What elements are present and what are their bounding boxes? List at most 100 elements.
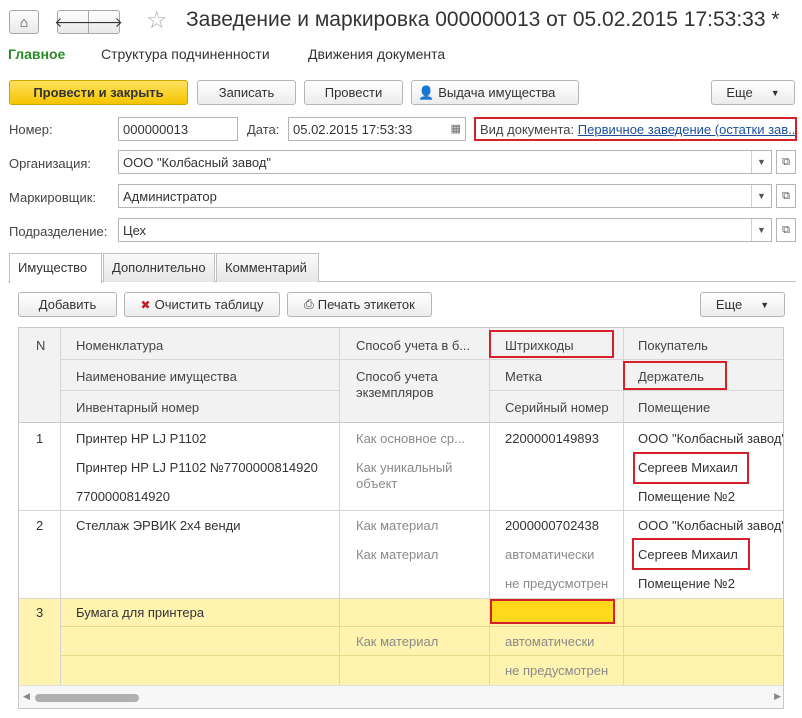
- dept-label: Подразделение:: [9, 224, 108, 239]
- table-more-label: Еще: [715, 297, 743, 312]
- row-inventory-no: 7700000814920: [76, 489, 170, 504]
- calendar-icon[interactable]: ▦: [451, 122, 461, 135]
- star-icon[interactable]: ☆: [146, 6, 168, 35]
- add-button[interactable]: Добавить: [18, 292, 117, 317]
- header-copy-accounting[interactable]: Способ учета экземпляров: [356, 369, 438, 401]
- post-button[interactable]: Провести: [304, 80, 403, 105]
- dept-value: Цех: [123, 223, 147, 238]
- number-field[interactable]: 000000013: [118, 117, 238, 141]
- row-nomenclature: Бумага для принтера: [76, 605, 205, 620]
- print-labels-label: Печать этикеток: [317, 297, 415, 312]
- dropdown-icon: ▼: [760, 299, 770, 310]
- issue-property-label: Выдача имущества: [438, 85, 556, 100]
- holder-row1-highlight: [633, 452, 749, 484]
- header-n[interactable]: N: [36, 338, 45, 353]
- row-buyer: ООО "Колбасный завод": [638, 518, 784, 533]
- scroll-right-icon[interactable]: ▶: [774, 691, 781, 702]
- row-mark: автоматически: [505, 634, 595, 649]
- row-copy-accounting: Как материал: [356, 634, 439, 649]
- more-label: Еще: [726, 85, 753, 100]
- header-buyer[interactable]: Покупатель: [638, 338, 708, 353]
- tab-property[interactable]: Имущество: [9, 253, 102, 283]
- open-icon[interactable]: ⧉: [776, 184, 796, 208]
- row-accounting-method: Как материал: [356, 518, 439, 533]
- row-barcode: 2000000702438: [505, 518, 599, 533]
- section-main[interactable]: Главное: [8, 46, 65, 62]
- row-copy-accounting: Как уникальный объект: [356, 460, 452, 492]
- header-copy-accounting-line1: Способ учета: [356, 369, 438, 384]
- dropdown-icon: ▼: [770, 87, 780, 98]
- doc-type-label: Вид документа:: [480, 122, 575, 137]
- dropdown-icon[interactable]: ▼: [751, 151, 771, 173]
- header-accounting-method[interactable]: Способ учета в б...: [356, 338, 470, 353]
- issue-property-button[interactable]: 👤 Выдача имущества: [411, 80, 579, 105]
- date-field[interactable]: 05.02.2015 17:53:33 ▦: [288, 117, 466, 141]
- row-mark: автоматически: [505, 547, 595, 562]
- table-more-button[interactable]: Еще ▼: [700, 292, 785, 317]
- scroll-left-icon[interactable]: ◀: [23, 691, 30, 702]
- home-icon: ⌂: [19, 14, 29, 30]
- tab-additional[interactable]: Дополнительно: [103, 253, 215, 282]
- marker-field[interactable]: Администратор ▼: [118, 184, 772, 208]
- org-label: Организация:: [9, 156, 92, 171]
- more-button[interactable]: Еще ▼: [711, 80, 795, 105]
- org-value: ООО "Колбасный завод": [123, 155, 272, 170]
- post-and-close-button[interactable]: Провести и закрыть: [9, 80, 188, 105]
- date-value: 05.02.2015 17:53:33: [293, 122, 413, 137]
- open-icon[interactable]: ⧉: [776, 150, 796, 174]
- row-nomenclature: Стеллаж ЭРВИК 2х4 венди: [76, 518, 241, 533]
- tab-comment[interactable]: Комментарий: [216, 253, 319, 282]
- barcodes-highlight: [489, 330, 614, 358]
- row-n: 2: [36, 518, 44, 533]
- row-room: Помещение №2: [638, 489, 735, 504]
- holder-row2-highlight: [632, 538, 750, 570]
- header-inventory-no[interactable]: Инвентарный номер: [76, 400, 199, 415]
- row-n: 3: [36, 605, 44, 620]
- number-label: Номер:: [9, 122, 53, 137]
- row-serial: не предусмотрен: [505, 663, 609, 678]
- header-copy-accounting-line2: экземпляров: [356, 385, 434, 400]
- row-copy-accounting: Как материал: [356, 547, 439, 562]
- row-accounting-method: Как основное ср...: [356, 431, 465, 446]
- forward-button[interactable]: 🡒: [85, 10, 123, 34]
- row-serial: не предусмотрен: [505, 576, 609, 591]
- save-button[interactable]: Записать: [197, 80, 296, 105]
- window-title: Заведение и маркировка 000000013 от 05.0…: [186, 8, 780, 31]
- clear-table-button[interactable]: ✖ Очистить таблицу: [124, 292, 280, 317]
- date-label: Дата:: [247, 122, 280, 137]
- row-barcode: 2200000149893: [505, 431, 599, 446]
- barcode-empty-cell[interactable]: [490, 599, 615, 624]
- row-copy-accounting-line2: объект: [356, 476, 398, 491]
- property-table: N Номенклатура Наименование имущества Ин…: [18, 327, 784, 709]
- open-icon[interactable]: ⧉: [776, 218, 796, 242]
- row-n: 1: [36, 431, 44, 446]
- row-property-name: Принтер HP LJ P1102 №7700000814920: [76, 460, 318, 475]
- print-labels-button[interactable]: ⎙ Печать этикеток: [287, 292, 432, 317]
- scrollbar-thumb[interactable]: [35, 694, 139, 702]
- header-serial[interactable]: Серийный номер: [505, 400, 609, 415]
- clear-table-icon: ✖: [140, 297, 151, 312]
- header-property-name[interactable]: Наименование имущества: [76, 369, 237, 384]
- header-mark[interactable]: Метка: [505, 369, 542, 384]
- back-button[interactable]: 🡐: [54, 10, 92, 34]
- marker-value: Администратор: [123, 189, 217, 204]
- org-field[interactable]: ООО "Колбасный завод" ▼: [118, 150, 772, 174]
- section-movements[interactable]: Движения документа: [308, 46, 445, 62]
- header-room[interactable]: Помещение: [638, 400, 710, 415]
- dropdown-icon[interactable]: ▼: [751, 219, 771, 241]
- doc-type-link[interactable]: Первичное заведение (остатки зав...: [578, 122, 795, 137]
- row-copy-accounting-line1: Как уникальный: [356, 460, 453, 475]
- doc-type-box: Вид документа: Первичное заведение (оста…: [474, 117, 797, 141]
- clear-table-label: Очистить таблицу: [154, 297, 264, 312]
- row-buyer: ООО "Колбасный завод": [638, 431, 784, 446]
- horizontal-scrollbar[interactable]: ◀ ▶: [19, 685, 783, 708]
- header-nomenclature[interactable]: Номенклатура: [76, 338, 163, 353]
- row-room: Помещение №2: [638, 576, 735, 591]
- holder-highlight: [623, 361, 727, 390]
- user-icon: 👤: [418, 84, 435, 100]
- dept-field[interactable]: Цех ▼: [118, 218, 772, 242]
- dropdown-icon[interactable]: ▼: [751, 185, 771, 207]
- print-icon: ⎙: [304, 297, 314, 311]
- section-structure[interactable]: Структура подчиненности: [101, 46, 270, 62]
- home-button[interactable]: ⌂: [9, 10, 39, 34]
